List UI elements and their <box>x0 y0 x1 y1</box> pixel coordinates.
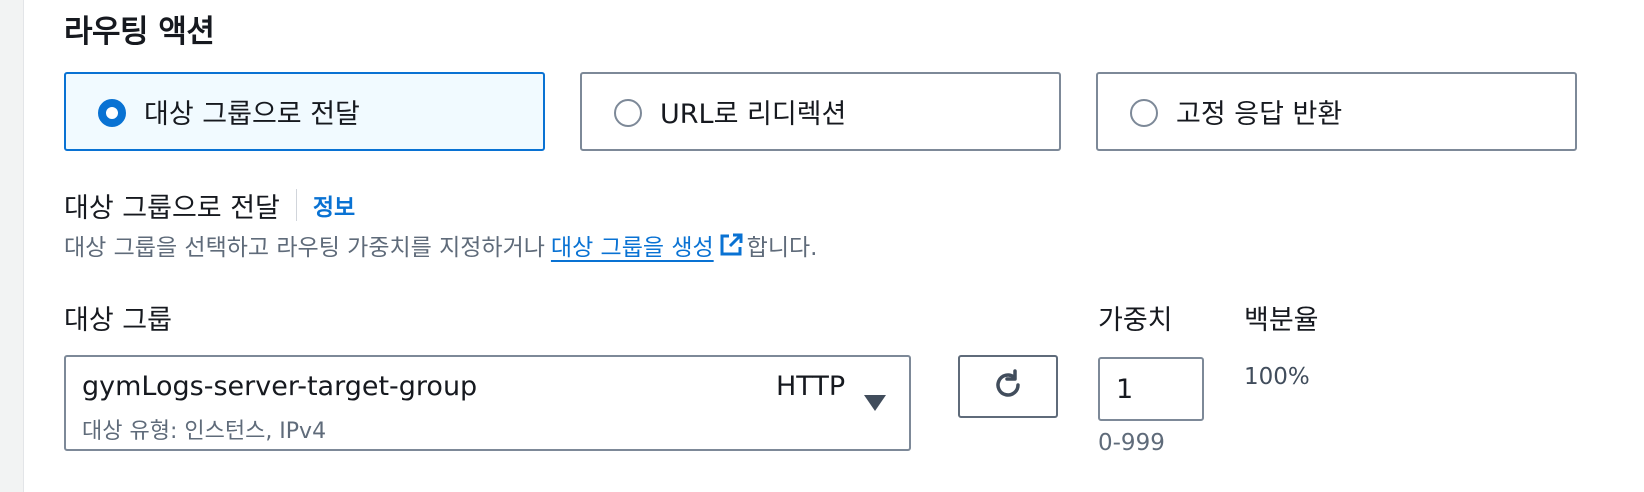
percentage-column-label: 백분율 <box>1244 305 1319 336</box>
percentage-value: 100% <box>1244 364 1310 390</box>
weight-input[interactable] <box>1098 357 1204 421</box>
option-forward-to-target-group[interactable]: 대상 그룹으로 전달 <box>64 72 545 151</box>
target-group-select[interactable]: gymLogs-server-target-group HTTP 대상 유형: … <box>64 355 911 451</box>
external-link-icon[interactable] <box>718 232 744 258</box>
target-group-column-label: 대상 그룹 <box>64 305 172 336</box>
selected-target-group: gymLogs-server-target-group <box>82 371 478 402</box>
option-redirect-to-url[interactable]: URL로 리디렉션 <box>580 72 1061 151</box>
info-link[interactable]: 정보 <box>313 188 355 222</box>
description-text: 대상 그룹을 선택하고 라우팅 가중치를 지정하거나 <box>64 235 545 261</box>
radio-button[interactable] <box>1130 99 1158 127</box>
caret-down-icon <box>864 395 886 411</box>
radio-button-selected[interactable] <box>98 99 126 127</box>
section-title: 라우팅 액션 <box>64 14 215 50</box>
option-label: 고정 응답 반환 <box>1176 99 1343 130</box>
refresh-button[interactable] <box>958 355 1058 418</box>
description-suffix: 합니다. <box>746 235 818 261</box>
create-target-group-link[interactable]: 대상 그룹을 생성 <box>551 228 714 262</box>
radio-button[interactable] <box>614 99 642 127</box>
label-divider <box>295 189 297 221</box>
option-label: URL로 리디렉션 <box>660 99 847 130</box>
option-return-fixed-response[interactable]: 고정 응답 반환 <box>1096 72 1577 151</box>
option-label: 대상 그룹으로 전달 <box>144 99 360 130</box>
forward-field-header: 대상 그룹으로 전달 정보 <box>64 186 355 224</box>
target-group-type: 대상 유형: 인스턴스, IPv4 <box>82 419 327 444</box>
forward-field-label: 대상 그룹으로 전달 <box>64 192 280 224</box>
forward-description: 대상 그룹을 선택하고 라우팅 가중치를 지정하거나 대상 그룹을 생성 합니다… <box>64 228 817 262</box>
refresh-icon <box>991 368 1025 406</box>
weight-range-hint: 0-999 <box>1098 430 1165 456</box>
target-group-protocol: HTTP <box>776 371 846 402</box>
weight-column-label: 가중치 <box>1098 305 1173 336</box>
